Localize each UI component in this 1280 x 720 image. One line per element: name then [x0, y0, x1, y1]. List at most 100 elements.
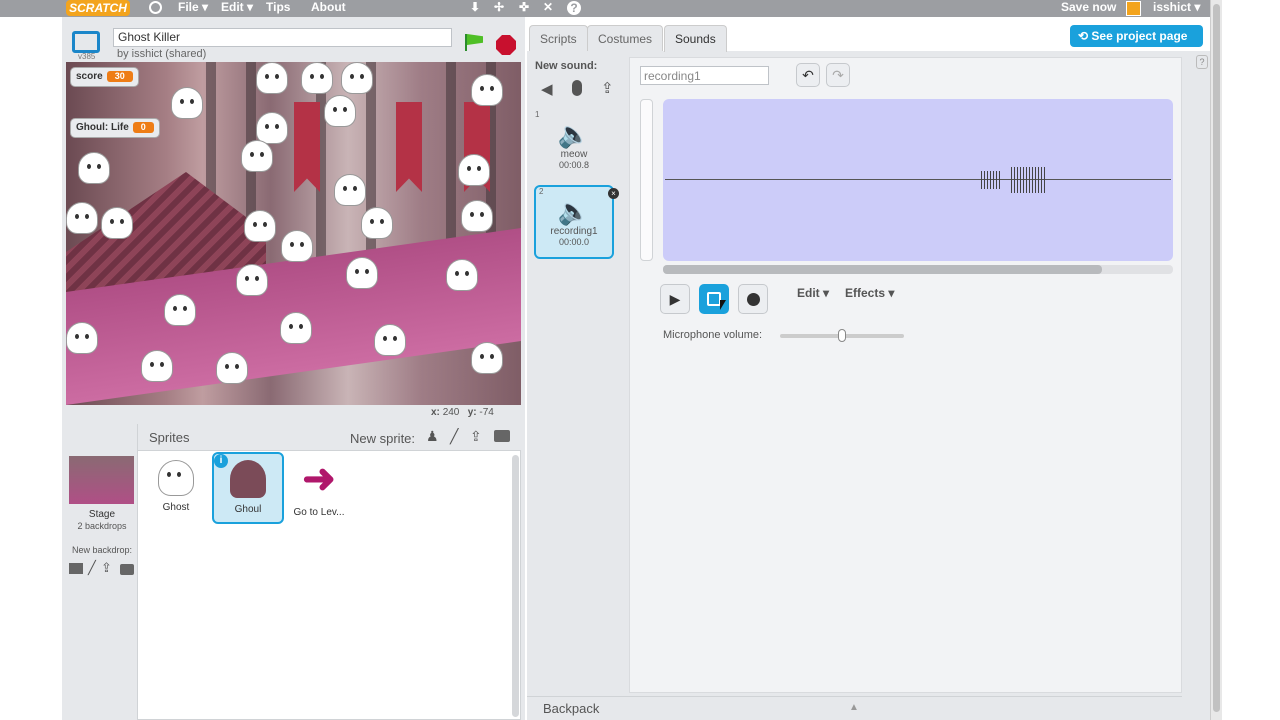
green-flag-icon[interactable]	[465, 34, 485, 51]
shrink-icon[interactable]: ✕	[543, 0, 553, 15]
menu-file[interactable]: File ▾	[178, 0, 208, 15]
sound-library-icon[interactable]: ◀	[541, 80, 553, 98]
sprite-thumb-ghost[interactable]: Ghost	[143, 455, 209, 525]
tab-costumes[interactable]: Costumes	[587, 25, 664, 51]
ghost-sprite	[244, 210, 276, 242]
undo-button[interactable]: ↶	[796, 63, 820, 87]
scratch-logo[interactable]: SCRATCH	[66, 0, 130, 16]
save-now-link[interactable]: Save now	[1061, 0, 1116, 15]
sound-duration: 00:00.0	[558, 237, 590, 247]
ghost-sprite	[280, 312, 312, 344]
sound-item-meow[interactable]: 1 🔈 meow 00:00.8	[535, 110, 613, 184]
score-monitor: score 30	[70, 67, 139, 87]
ghost-sprite	[324, 95, 356, 127]
upload-icon[interactable]: ⇪	[470, 428, 482, 445]
speaker-icon: 🔈	[557, 119, 591, 149]
menu-about[interactable]: About	[311, 0, 346, 15]
sprite-pane-scrollbar[interactable]	[512, 455, 519, 717]
stop-square-icon	[707, 292, 721, 306]
redo-button[interactable]: ↷	[826, 63, 850, 87]
backdrop-library-icon[interactable]	[69, 563, 83, 574]
backdrop-camera-icon[interactable]	[120, 564, 134, 575]
stage-canvas[interactable]	[66, 62, 521, 405]
speaker-icon: 🔈	[557, 196, 591, 226]
edit-menu[interactable]: Edit ▾	[797, 286, 829, 300]
version-label: v385	[78, 52, 96, 61]
cut-icon[interactable]: ✢	[494, 0, 504, 15]
tab-scripts[interactable]: Scripts	[529, 25, 588, 51]
duplicate-icon[interactable]: ⬇	[470, 0, 480, 15]
fullscreen-icon[interactable]	[72, 31, 100, 53]
sprite-library-icon[interactable]: ♟	[426, 428, 439, 445]
waveform-scrollbar[interactable]	[663, 265, 1173, 274]
sprite-name: Go to Lev...	[293, 507, 345, 518]
waveform-burst	[1011, 167, 1047, 193]
waveform-display[interactable]	[663, 99, 1173, 261]
record-button[interactable]	[738, 284, 768, 314]
stop-icon[interactable]	[496, 35, 516, 55]
grow-icon[interactable]: ✜	[519, 0, 529, 15]
microphone-volume-label: Microphone volume:	[663, 329, 763, 341]
refresh-icon: ⟲	[1078, 29, 1089, 43]
sprite-name: Ghoul	[234, 504, 262, 515]
ghost-sprite	[301, 62, 333, 94]
effects-menu[interactable]: Effects ▾	[845, 286, 894, 300]
paint-brush-icon[interactable]: ╱	[450, 428, 458, 445]
sprite-name: Ghost	[162, 502, 190, 513]
waveform-burst	[981, 171, 1001, 189]
sprite-thumb-ghoul[interactable]: i Ghoul	[212, 452, 284, 524]
sound-name: meow	[560, 149, 588, 160]
sound-number: 1	[535, 110, 540, 119]
arrow-image: ➜	[302, 457, 336, 501]
ghost-sprite	[461, 200, 493, 232]
backpack-bar[interactable]: Backpack ▲	[527, 696, 1182, 720]
delete-sound-icon[interactable]: ×	[608, 188, 619, 199]
page-scrollbar[interactable]	[1210, 0, 1222, 720]
waveform-line	[665, 179, 1171, 180]
sound-duration: 00:00.8	[558, 160, 590, 170]
sprite-thumb-goto-level[interactable]: ➜ Go to Lev...	[286, 455, 352, 525]
sound-number: 2	[539, 187, 544, 196]
ghost-sprite	[446, 259, 478, 291]
ghoul-life-monitor: Ghoul: Life 0	[70, 118, 160, 138]
camera-icon[interactable]	[494, 430, 510, 442]
user-avatar	[1126, 1, 1141, 16]
help-icon[interactable]: ?	[567, 1, 581, 15]
ghost-sprite	[361, 207, 393, 239]
sound-item-recording1[interactable]: 2 🔈 recording1 00:00.0	[534, 185, 614, 259]
ghost-sprite	[471, 74, 503, 106]
sound-name-input[interactable]	[640, 66, 769, 85]
menu-edit[interactable]: Edit ▾	[221, 0, 253, 15]
ghost-sprite	[164, 294, 196, 326]
expand-up-icon[interactable]: ▲	[849, 702, 859, 713]
backdrop-upload-icon[interactable]: ⇪	[101, 560, 112, 576]
waveform-scroll-thumb[interactable]	[663, 265, 1102, 274]
new-sprite-label: New sprite:	[350, 431, 416, 446]
upload-sound-icon[interactable]: ⇪	[601, 79, 614, 97]
tab-sounds[interactable]: Sounds	[664, 25, 727, 52]
ghost-sprite	[101, 207, 133, 239]
microphone-volume-slider[interactable]	[780, 329, 904, 342]
stage-backdrops-count: 2 backdrops	[77, 521, 127, 531]
microphone-icon[interactable]	[572, 80, 582, 96]
backdrop-paint-icon[interactable]: ╱	[88, 560, 96, 576]
ghost-sprite	[141, 350, 173, 382]
menu-tips[interactable]: Tips	[266, 0, 290, 15]
ghost-sprite	[241, 140, 273, 172]
ghost-sprite	[374, 324, 406, 356]
project-byline: by isshict (shared)	[117, 48, 207, 60]
slider-knob[interactable]	[838, 329, 846, 342]
ghost-sprite	[471, 342, 503, 374]
globe-icon[interactable]	[149, 1, 162, 14]
ghost-sprite	[236, 264, 268, 296]
ghost-sprite	[216, 352, 248, 384]
project-title-input[interactable]: Ghost Killer	[113, 28, 452, 47]
stage-thumbnail[interactable]	[69, 456, 134, 504]
user-menu[interactable]: isshict ▾	[1153, 0, 1200, 15]
play-button[interactable]: ▶	[660, 284, 690, 314]
see-project-page-button[interactable]: ⟲ See project page	[1070, 25, 1203, 47]
ghost-sprite	[281, 230, 313, 262]
info-icon[interactable]: i	[214, 454, 228, 468]
right-help-icon[interactable]: ?	[1196, 55, 1208, 69]
page-scroll-thumb[interactable]	[1213, 4, 1220, 712]
